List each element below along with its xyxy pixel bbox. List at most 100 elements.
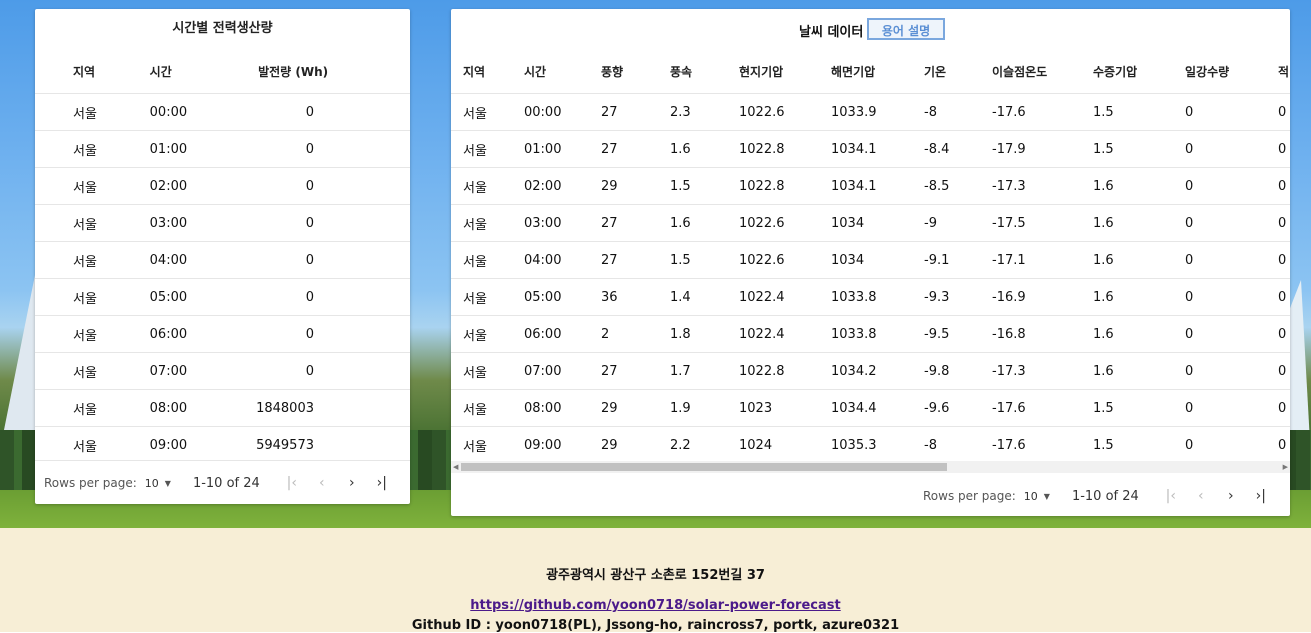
cell-time: 01:00 bbox=[149, 130, 257, 168]
cell-sea-pressure: 1034 bbox=[831, 241, 924, 279]
cell-wind-speed: 1.5 bbox=[670, 241, 739, 279]
cell-region: 서울 bbox=[35, 315, 150, 353]
cell-time: 05:00 bbox=[149, 278, 257, 316]
weather-table-header: 지역 시간 풍향 풍속 현지기압 해면기압 기온 이슬점온도 수증기압 일강수량 적 bbox=[451, 49, 1290, 94]
chevron-right-icon[interactable]: › bbox=[1223, 488, 1239, 504]
chevron-left-icon[interactable]: ‹ bbox=[1193, 488, 1209, 504]
cell-region: 서울 bbox=[451, 426, 524, 463]
header-time[interactable]: 시간 bbox=[150, 49, 256, 94]
header-generation[interactable]: 발전량 (Wh) bbox=[256, 49, 410, 94]
cell-vapor-pressure: 1.6 bbox=[1093, 204, 1185, 242]
first-page-icon[interactable]: |‹ bbox=[284, 475, 300, 491]
rows-per-page-select[interactable]: 10 ▼ bbox=[145, 477, 171, 490]
cell-generation: 0 bbox=[256, 204, 410, 242]
cell-sea-pressure: 1034.2 bbox=[831, 352, 924, 390]
chevron-left-icon[interactable]: ‹ bbox=[314, 475, 330, 491]
cell-wind-direction: 29 bbox=[601, 426, 670, 463]
cell-region: 서울 bbox=[35, 278, 150, 316]
cell-daily-rain: 0 bbox=[1185, 130, 1278, 168]
cell-vapor-pressure: 1.6 bbox=[1093, 352, 1185, 390]
cell-local-pressure: 1022.4 bbox=[739, 278, 831, 316]
chevron-right-icon[interactable]: › bbox=[344, 475, 360, 491]
horizontal-scrollbar[interactable]: ◀ ▶ bbox=[451, 461, 1290, 473]
cell-local-pressure: 1022.8 bbox=[739, 130, 831, 168]
cell-region: 서울 bbox=[451, 278, 524, 316]
header-local-pressure[interactable]: 현지기압 bbox=[739, 49, 831, 94]
cell-daily-rain: 0 bbox=[1185, 389, 1278, 427]
header-extra[interactable]: 적 bbox=[1278, 49, 1290, 94]
cell-time: 09:00 bbox=[149, 426, 257, 463]
cell-wind-speed: 1.8 bbox=[670, 315, 739, 353]
cell-wind-direction: 29 bbox=[601, 167, 670, 205]
cell-wind-direction: 27 bbox=[601, 93, 670, 131]
cell-vapor-pressure: 1.6 bbox=[1093, 278, 1185, 316]
cell-dew-point: -17.1 bbox=[992, 241, 1093, 279]
scrollbar-thumb[interactable] bbox=[461, 463, 947, 471]
cell-region: 서울 bbox=[35, 241, 150, 279]
cell-generation: 0 bbox=[256, 352, 410, 390]
header-vapor-pressure[interactable]: 수증기압 bbox=[1093, 49, 1185, 94]
power-pagination: Rows per page: 10 ▼ 1-10 of 24 |‹ ‹ › ›| bbox=[35, 460, 410, 505]
header-sea-pressure[interactable]: 해면기압 bbox=[831, 49, 924, 94]
cell-extra: 0 bbox=[1278, 204, 1290, 242]
header-daily-rain[interactable]: 일강수량 bbox=[1185, 49, 1278, 94]
cell-wind-speed: 1.9 bbox=[670, 389, 739, 427]
caret-down-icon: ▼ bbox=[1043, 491, 1050, 501]
scroll-right-icon[interactable]: ▶ bbox=[1283, 463, 1288, 471]
cell-daily-rain: 0 bbox=[1185, 167, 1278, 205]
cell-time: 06:00 bbox=[149, 315, 257, 353]
footer: 광주광역시 광산구 소촌로 152번길 37 https://github.co… bbox=[0, 528, 1311, 633]
table-row: 서울 06:00 2 1.8 1022.4 1033.8 -9.5 -16.8 1.6 0 0 bbox=[451, 315, 1290, 353]
last-page-icon[interactable]: ›| bbox=[374, 475, 390, 491]
cell-local-pressure: 1022.6 bbox=[739, 204, 831, 242]
rows-per-page-select[interactable]: 10 ▼ bbox=[1024, 490, 1050, 503]
cell-region: 서울 bbox=[35, 93, 150, 131]
power-card-title: 시간별 전력생산량 bbox=[172, 21, 273, 36]
header-region[interactable]: 지역 bbox=[451, 49, 524, 94]
cell-dew-point: -16.9 bbox=[992, 278, 1093, 316]
header-dew-point[interactable]: 이슬점온도 bbox=[992, 49, 1093, 94]
header-region[interactable]: 지역 bbox=[35, 49, 150, 94]
cell-wind-speed: 2.3 bbox=[670, 93, 739, 131]
cell-dew-point: -17.5 bbox=[992, 204, 1093, 242]
cell-generation: 0 bbox=[256, 315, 410, 353]
cell-region: 서울 bbox=[35, 204, 150, 242]
table-row: 서울 07:00 0 bbox=[35, 352, 410, 390]
cell-extra: 0 bbox=[1278, 426, 1290, 463]
cell-dew-point: -17.6 bbox=[992, 389, 1093, 427]
cell-wind-speed: 1.6 bbox=[670, 204, 739, 242]
last-page-icon[interactable]: ›| bbox=[1253, 488, 1269, 504]
scroll-left-icon[interactable]: ◀ bbox=[453, 463, 458, 471]
cell-vapor-pressure: 1.6 bbox=[1093, 315, 1185, 353]
cell-time: 05:00 bbox=[524, 278, 601, 316]
term-explanation-button[interactable]: 용어 설명 bbox=[867, 18, 945, 40]
header-temperature[interactable]: 기온 bbox=[924, 49, 992, 94]
cell-region: 서울 bbox=[451, 130, 524, 168]
cell-daily-rain: 0 bbox=[1185, 315, 1278, 353]
cell-local-pressure: 1022.4 bbox=[739, 315, 831, 353]
cell-region: 서울 bbox=[451, 315, 524, 353]
cell-sea-pressure: 1034 bbox=[831, 204, 924, 242]
first-page-icon[interactable]: |‹ bbox=[1163, 488, 1179, 504]
header-wind-direction[interactable]: 풍향 bbox=[601, 49, 670, 94]
header-time[interactable]: 시간 bbox=[524, 49, 601, 94]
github-repo-link[interactable]: https://github.com/yoon0718/solar-power-… bbox=[470, 598, 840, 613]
rows-per-page-label: Rows per page: bbox=[44, 476, 137, 490]
cell-generation: 0 bbox=[256, 241, 410, 279]
table-row: 서울 04:00 27 1.5 1022.6 1034 -9.1 -17.1 1.6 0 0 bbox=[451, 241, 1290, 279]
power-card: 시간별 전력생산량 지역 시간 발전량 (Wh) 서울 00:00 0 서울 01:00… bbox=[35, 9, 410, 504]
cell-wind-direction: 29 bbox=[601, 389, 670, 427]
cell-time: 09:00 bbox=[524, 426, 601, 463]
cell-region: 서울 bbox=[35, 352, 150, 390]
cell-region: 서울 bbox=[451, 93, 524, 131]
header-wind-speed[interactable]: 풍속 bbox=[670, 49, 739, 94]
table-row: 서울 05:00 36 1.4 1022.4 1033.8 -9.3 -16.9 1.6 0 0 bbox=[451, 278, 1290, 316]
cell-generation: 0 bbox=[256, 278, 410, 316]
table-row: 서울 08:00 29 1.9 1023 1034.4 -9.6 -17.6 1.5 0 0 bbox=[451, 389, 1290, 427]
page-range: 1-10 of 24 bbox=[1071, 488, 1139, 504]
cell-region: 서울 bbox=[35, 130, 150, 168]
cell-vapor-pressure: 1.5 bbox=[1093, 389, 1185, 427]
cell-time: 00:00 bbox=[149, 93, 257, 131]
cell-time: 00:00 bbox=[524, 93, 601, 131]
power-table-header: 지역 시간 발전량 (Wh) bbox=[35, 49, 410, 94]
